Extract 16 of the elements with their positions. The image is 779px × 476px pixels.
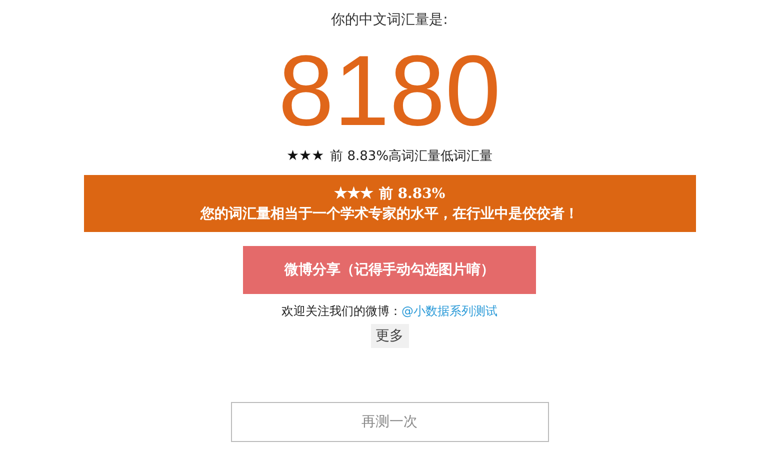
star-icon: ★	[286, 149, 299, 163]
rating-text: 前 8.83%高词汇量低词汇量	[330, 148, 493, 165]
star-icon: ★	[346, 186, 360, 201]
star-icon: ★	[334, 186, 347, 201]
more-button[interactable]: 更多	[370, 324, 408, 348]
rank-text: 前 8.83%	[378, 184, 446, 202]
retry-button[interactable]: 再测一次	[230, 402, 548, 442]
score: 8180	[278, 41, 501, 141]
weibo-link[interactable]: @小数据系列测试	[402, 303, 498, 320]
star-icon: ★	[360, 186, 373, 201]
heading: 你的中文词汇量是:	[331, 11, 448, 29]
result-message: 您的词汇量相当于一个学术专家的水平，在行业中是佼佼者！	[200, 204, 578, 222]
follow-text: 欢迎关注我们的微博：	[282, 303, 402, 320]
star-icon: ★	[312, 149, 324, 163]
star-icon: ★	[299, 149, 312, 163]
share-button[interactable]: 微博分享（记得手动勾选图片唷）	[243, 246, 536, 294]
